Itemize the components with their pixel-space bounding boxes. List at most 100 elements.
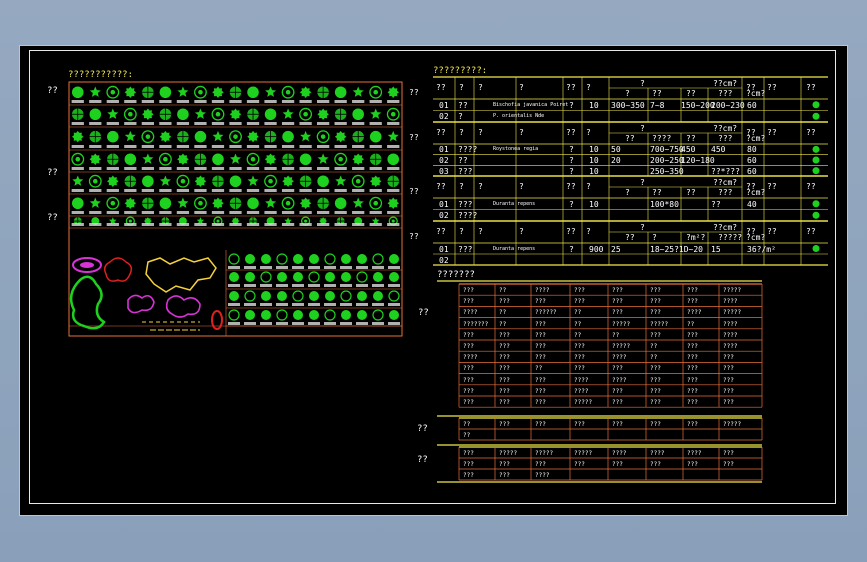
material-cell: ??? [499, 421, 510, 428]
material-cell: ???? [535, 287, 550, 294]
material-cell: ????? [723, 287, 742, 294]
material-cell: ??? [723, 387, 734, 395]
material-cell: ??? [535, 387, 546, 395]
material-cell: ???? [612, 376, 627, 384]
material-cell: ?? [499, 309, 507, 317]
material-cell: ?? [574, 320, 582, 328]
material-cell: ?? [499, 287, 507, 294]
material-cell: ??? [535, 354, 546, 362]
material-cell: ??? [463, 376, 474, 384]
material-cell: ????? [650, 320, 669, 328]
material-cell: ?????? [535, 309, 557, 317]
material-cell: ??? [612, 387, 623, 395]
material-cell: ??? [574, 343, 585, 350]
material-cell: ??? [650, 387, 661, 395]
material-cell: ??? [574, 365, 585, 373]
material-cell: ??? [723, 450, 734, 457]
material-cell: ??? [463, 331, 474, 339]
material-cell: ??? [612, 298, 623, 306]
material-cell: ???? [723, 320, 738, 328]
material-cell: ???? [723, 331, 738, 339]
material-cell: ?? [687, 320, 695, 328]
material-cell: ????? [612, 320, 631, 328]
material-cell: ??? [650, 365, 661, 373]
material-cell: ??? [687, 387, 698, 395]
material-cell: ??? [499, 365, 510, 373]
material-cell: ??? [612, 399, 623, 406]
material-cell: ??? [687, 331, 698, 339]
material-cell: ???? [723, 298, 738, 306]
material-cell: ??? [650, 461, 661, 468]
material-cell: ??? [687, 343, 698, 350]
material-cell: ????? [499, 450, 518, 457]
material-cell: ??? [723, 461, 734, 468]
material-cell: ??? [650, 298, 661, 306]
material-cell: ?? [574, 331, 582, 339]
material-cell: ??? [499, 387, 510, 395]
material-cell: ??? [574, 287, 585, 294]
material-cell: ??? [463, 450, 474, 457]
material-cell: ??? [687, 287, 698, 294]
material-cell: ??? [499, 399, 510, 406]
material-cell: ??? [535, 298, 546, 306]
material-cell: ??? [463, 461, 474, 468]
material-cell: ?? [535, 365, 543, 373]
material-cell: ??? [723, 354, 734, 362]
material-cell: ??? [463, 287, 474, 294]
material-cell: ??? [650, 287, 661, 294]
material-cell: ??? [574, 421, 585, 428]
material-cell: ??????? [463, 320, 489, 328]
material-cell: ??? [650, 421, 661, 428]
material-cell: ??? [535, 421, 546, 428]
material-cell: ??? [499, 354, 510, 362]
material-cell: ?? [612, 331, 620, 339]
material-cell: ?? [463, 421, 471, 428]
material-cell: ??? [535, 320, 546, 328]
material-table [437, 280, 763, 483]
material-cell: ???? [574, 387, 589, 395]
material-cell: ??? [687, 354, 698, 362]
material-cell: ??? [687, 461, 698, 468]
material-cell: ??? [535, 461, 546, 468]
material-cell: ??? [463, 365, 474, 373]
material-cell: ??? [463, 472, 474, 479]
material-cell: ??? [535, 376, 546, 384]
material-cell: ???? [463, 309, 478, 317]
material-cell: ????? [574, 399, 593, 406]
material-cell: ??? [574, 461, 585, 468]
material-cell: ??? [687, 399, 698, 406]
material-cell: ???? [612, 354, 627, 362]
material-cell: ??? [612, 309, 623, 317]
material-cell: ??? [612, 421, 623, 428]
material-cell: ??? [499, 376, 510, 384]
material-cell: ????? [574, 450, 593, 457]
material-cell: ??? [499, 331, 510, 339]
material-cell: ??? [687, 376, 698, 384]
material-cell: ??? [687, 365, 698, 373]
material-cell: ???? [463, 354, 478, 362]
material-cell: ?? [650, 343, 658, 350]
material-cell: ??? [612, 461, 623, 468]
material-cell: ???? [723, 343, 738, 350]
material-cell: ??? [650, 376, 661, 384]
material-cell: ??? [463, 298, 474, 306]
material-cell: ???? [612, 450, 627, 457]
material-cell: ??? [650, 399, 661, 406]
material-cell: ??? [612, 287, 623, 294]
material-cell: ??? [687, 298, 698, 306]
material-cell: ?? [499, 320, 507, 328]
material-cell: ???? [574, 376, 589, 384]
material-cell: ??? [535, 331, 546, 339]
material-cell: ????? [535, 450, 554, 457]
material-cell: ??? [574, 354, 585, 362]
material-cell: ??? [499, 298, 510, 306]
material-cell: ???? [650, 450, 665, 457]
material-cell: ?? [650, 354, 658, 362]
material-cell: ??? [463, 387, 474, 395]
material-cell: ?? [574, 309, 582, 317]
material-cell: ??? [723, 376, 734, 384]
material-cell: ??? [499, 343, 510, 350]
material-cell: ??? [687, 421, 698, 428]
material-cell: ????? [723, 421, 742, 428]
material-cell: ???? [687, 450, 702, 457]
